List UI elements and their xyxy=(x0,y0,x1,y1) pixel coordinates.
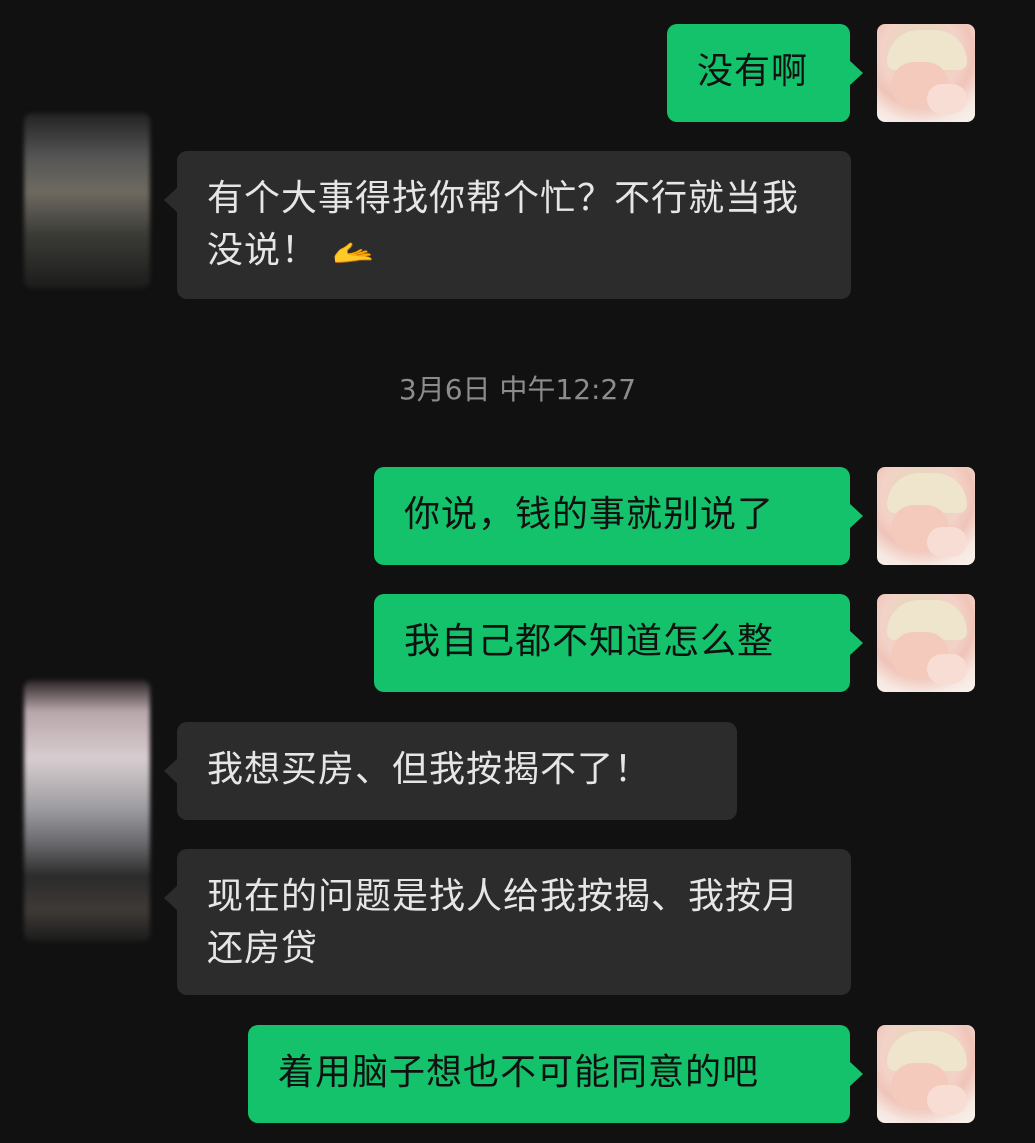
message-text: 你说，钱的事就别说了 xyxy=(404,494,775,535)
avatar-hand-shape xyxy=(927,527,967,557)
my-avatar[interactable] xyxy=(877,467,975,565)
contact-avatar[interactable] xyxy=(24,680,150,942)
message-bubble-received[interactable]: 现在的问题是找人给我按揭、我按月还房贷 xyxy=(164,849,851,995)
chat-timestamp: 3月6日 中午12:27 xyxy=(398,373,637,406)
avatar-hand-shape xyxy=(927,84,967,114)
message-bubble-received[interactable]: 我想买房、但我按揭不了！ xyxy=(164,722,737,820)
avatar-hand-shape xyxy=(927,1085,967,1115)
message-text: 没有啊 xyxy=(697,51,809,92)
my-avatar[interactable] xyxy=(877,24,975,122)
my-avatar[interactable] xyxy=(877,1025,975,1123)
message-text: 着用脑子想也不可能同意的吧 xyxy=(278,1052,760,1093)
contact-avatar[interactable] xyxy=(24,113,150,288)
message-text: 我自己都不知道怎么整 xyxy=(404,621,775,662)
message-text: 我想买房、但我按揭不了！ xyxy=(207,749,652,790)
message-bubble-received[interactable]: 有个大事得找你帮个忙？不行就当我没说！ 🫴 xyxy=(164,151,851,299)
hand-gesture-emoji-icon: 🫴 xyxy=(332,233,376,273)
avatar-hand-shape xyxy=(927,654,967,684)
message-text: 现在的问题是找人给我按揭、我按月还房贷 xyxy=(207,876,800,969)
message-bubble-sent[interactable]: 我自己都不知道怎么整 xyxy=(374,594,863,692)
message-bubble-sent[interactable]: 你说，钱的事就别说了 xyxy=(374,467,863,565)
message-bubble-sent[interactable]: 着用脑子想也不可能同意的吧 xyxy=(248,1025,863,1123)
message-text: 有个大事得找你帮个忙？不行就当我没说！ xyxy=(207,178,800,271)
my-avatar[interactable] xyxy=(877,594,975,692)
message-bubble-sent[interactable]: 没有啊 xyxy=(667,24,863,122)
